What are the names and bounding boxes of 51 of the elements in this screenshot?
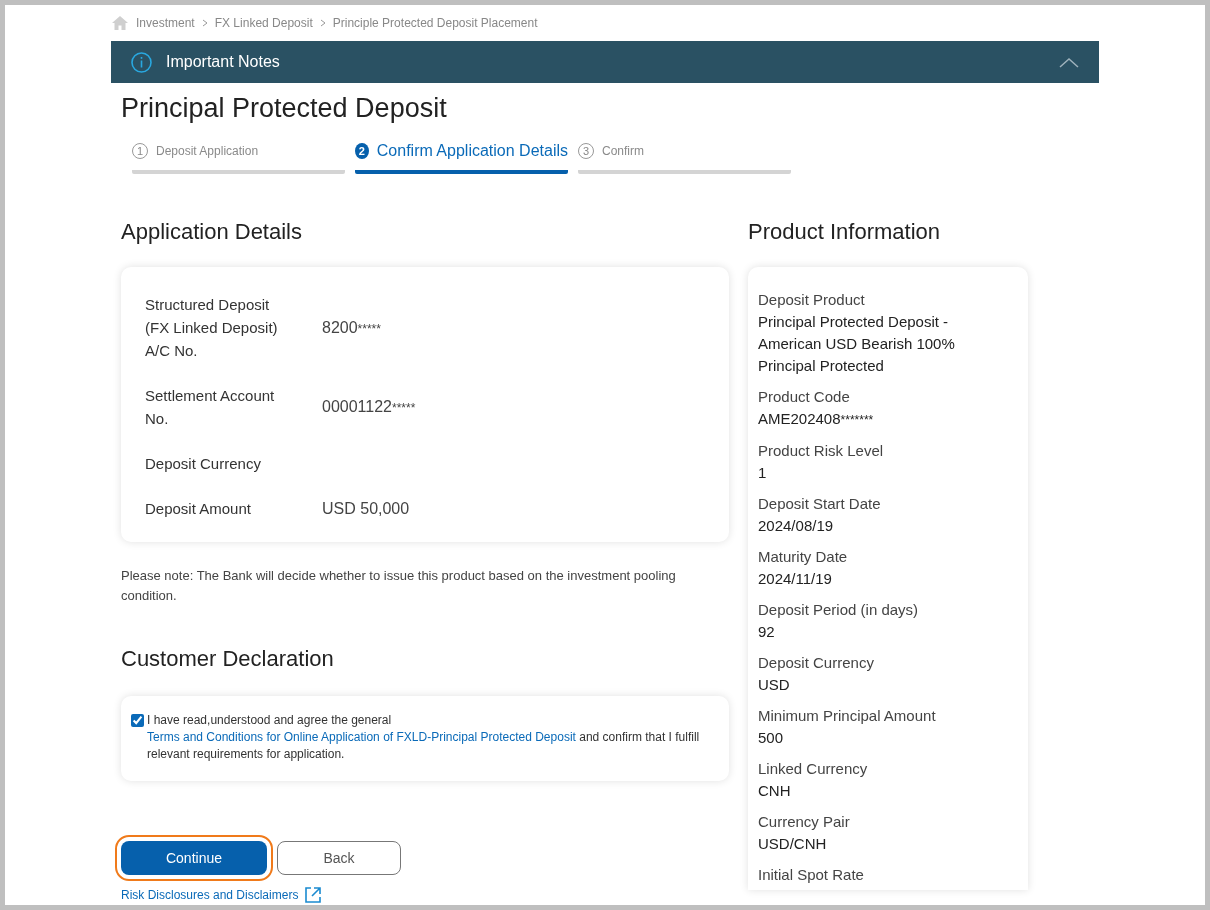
info-label: Initial Spot Rate <box>758 865 865 885</box>
info-icon <box>131 51 152 73</box>
chevron-up-icon[interactable] <box>1059 56 1079 68</box>
field-value: 500 <box>758 728 785 748</box>
field-value: 1 <box>758 463 768 483</box>
note-text: Please note: The Bank will decide whether to issue this product based on the investment pooling condition. <box>121 567 677 605</box>
field-value: Principal Protected Deposit - American USD Bearish 100% Principal Protected <box>758 312 956 376</box>
info-label: Product Risk Level <box>758 441 885 461</box>
back-button[interactable]: Back <box>277 841 401 875</box>
chevron-icon <box>319 19 326 27</box>
declaration-text: I have read,understood and agree the general Terms and Conditions for Online Application of FXLD-Principal Protected Deposit and confirm that I fulfill relevant requirements for application. <box>147 712 701 763</box>
risk-disclosures-link[interactable]: Risk Disclosures and Disclaimers <box>121 888 299 902</box>
field-value: 00001122***** <box>322 398 417 416</box>
section-title: Application Details <box>121 219 303 245</box>
section-title: Product Information <box>748 219 941 245</box>
info-label: Linked Currency <box>758 759 869 779</box>
step-tab[interactable]: 1 Deposit Application <box>132 142 345 174</box>
chevron-icon <box>201 19 208 27</box>
breadcrumb-item[interactable]: FX Linked Deposit <box>214 16 313 30</box>
field-value: USD <box>758 675 791 695</box>
field-value: 2024/11/19 <box>758 569 833 589</box>
field-value: 2024/08/19 <box>758 516 835 536</box>
agree-checkbox[interactable] <box>131 714 144 727</box>
field-label: Deposit Amount <box>145 499 252 519</box>
info-label: Currency Pair <box>758 812 851 832</box>
field-value: 92 <box>758 622 776 642</box>
external-link-icon[interactable] <box>304 886 323 904</box>
info-label: Deposit Currency <box>758 653 875 673</box>
info-label: Minimum Principal Amount <box>758 706 937 726</box>
info-label: Product Code <box>758 387 851 407</box>
field-value: USD 50,000 <box>322 499 411 518</box>
field-label: Structured Deposit (FX Linked Deposit) A/C No. <box>145 295 279 361</box>
breadcrumb-item: Principle Protected Deposit Placement <box>332 16 538 30</box>
field-value: AME202408******* <box>758 409 875 429</box>
step-tab[interactable]: 3 Confirm <box>578 142 791 174</box>
step-tab[interactable]: 2 Confirm Application Details <box>355 142 568 174</box>
field-label: Settlement Account No. <box>145 386 276 429</box>
terms-link[interactable]: Terms and Conditions for Online Application of FXLD-Principal Protected Deposit <box>147 730 576 744</box>
field-label: Deposit Currency <box>145 454 262 474</box>
section-title: Customer Declaration <box>121 646 335 672</box>
field-value: USD/CNH <box>758 834 828 854</box>
breadcrumb-item[interactable]: Investment <box>136 16 195 30</box>
notes-title: Important Notes <box>166 53 281 71</box>
info-label: Deposit Period (in days) <box>758 600 920 620</box>
info-label: Deposit Product <box>758 290 866 310</box>
info-label: Deposit Start Date <box>758 494 882 514</box>
important-notes-bar[interactable]: Important Notes <box>111 41 1099 83</box>
field-value: 8200***** <box>322 318 382 337</box>
info-label: Maturity Date <box>758 547 849 567</box>
page-title: Principal Protected Deposit <box>121 93 448 124</box>
field-value: CNH <box>758 781 792 801</box>
